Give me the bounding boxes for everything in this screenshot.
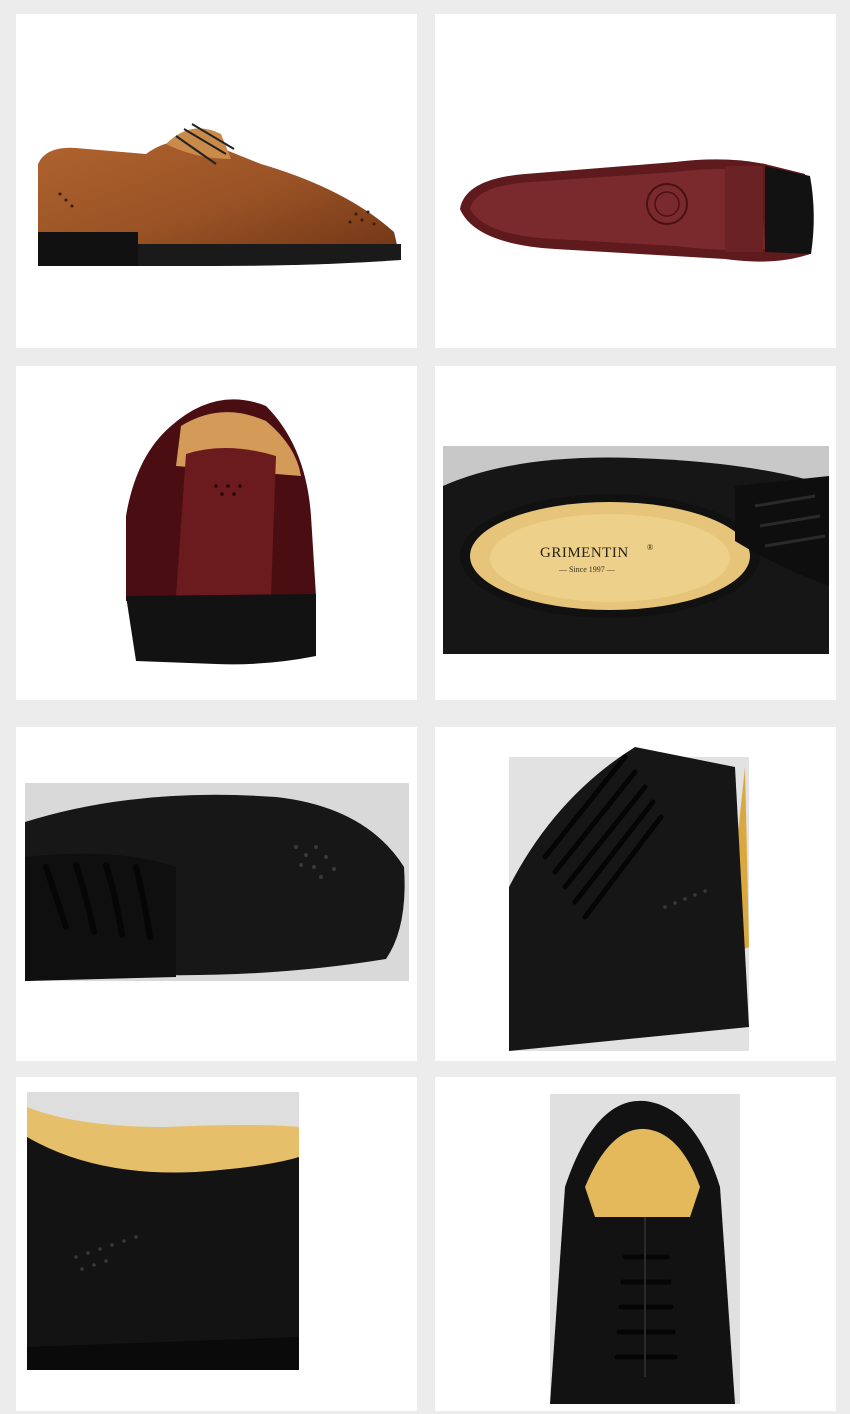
brand-registered-mark: ® [647, 543, 653, 552]
photo-tile-lacing-closeup [435, 727, 836, 1061]
product-photo-grid: GRIMENTIN ® — Since 1997 — [0, 0, 850, 1414]
black-collar-photo [27, 1092, 299, 1370]
photo-tile-front-view [435, 1077, 836, 1411]
photo-tile-collar-closeup [16, 1077, 417, 1411]
brand-tagline-text: — Since 1997 — [558, 565, 616, 574]
brand-name-text: GRIMENTIN [540, 545, 629, 561]
burgundy-heel-photo [126, 399, 316, 665]
photo-tile-heel-view [16, 366, 417, 700]
photo-tile-insole-view: GRIMENTIN ® — Since 1997 — [435, 366, 836, 700]
black-oxford-insole-photo: GRIMENTIN ® — Since 1997 — [443, 446, 829, 654]
photo-tile-side-view [16, 14, 417, 348]
brown-oxford-photo [38, 123, 401, 266]
photo-tile-sole-view [435, 14, 836, 348]
leather-sole-photo [460, 159, 814, 262]
black-front-lacing-photo [550, 1094, 740, 1404]
black-lacing-photo [509, 747, 749, 1051]
black-toe-brogue-photo [25, 783, 409, 981]
photo-tile-toe-closeup [16, 727, 417, 1061]
